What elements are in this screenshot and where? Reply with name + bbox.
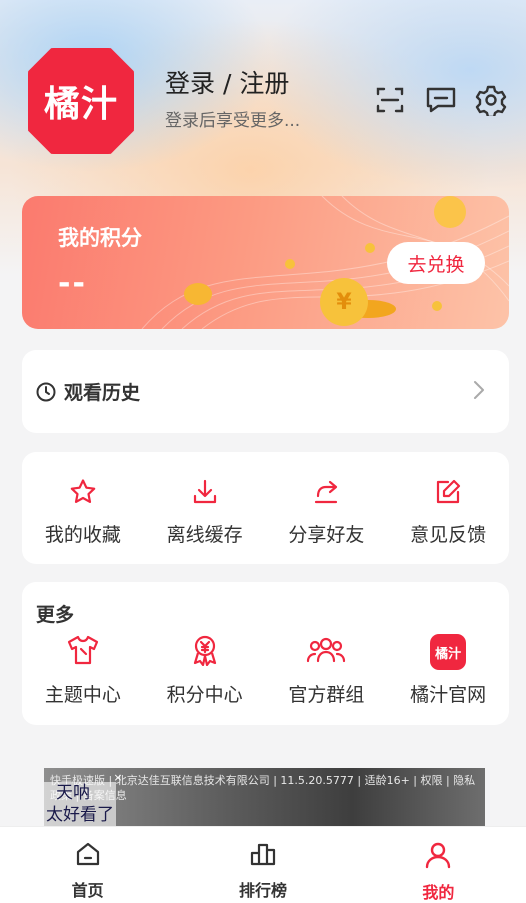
more-label: 官方群组 — [288, 684, 365, 706]
points-title: 我的积分 — [58, 226, 142, 250]
chevron-right-icon — [473, 380, 485, 404]
shortcut-feedback[interactable]: 意见反馈 — [387, 478, 509, 547]
tab-home[interactable]: 首页 — [0, 827, 175, 903]
tab-mine-label: 我的 — [422, 883, 455, 902]
more-theme-center[interactable]: 主题中心 — [22, 634, 144, 707]
user-icon — [425, 841, 451, 873]
more-points-center[interactable]: 积分中心 — [144, 634, 266, 707]
watch-history-row[interactable]: 观看历史 — [22, 350, 509, 433]
tab-home-label: 首页 — [71, 881, 104, 900]
shortcut-label: 离线缓存 — [166, 524, 243, 546]
more-official-groups[interactable]: 官方群组 — [266, 634, 388, 707]
ad-overlay-line1: 天呐 — [56, 783, 90, 803]
shortcut-card: 我的收藏 离线缓存 分享好友 意见反馈 — [22, 452, 509, 564]
clock-icon — [36, 382, 56, 406]
star-icon — [69, 478, 97, 510]
shortcut-label: 意见反馈 — [410, 524, 487, 546]
shortcut-share[interactable]: 分享好友 — [266, 478, 388, 547]
app-logo[interactable]: 橘汁 — [28, 48, 134, 154]
svg-text:¥: ¥ — [336, 290, 352, 315]
message-icon[interactable] — [425, 84, 457, 116]
exchange-button[interactable]: 去兑换 — [387, 242, 485, 284]
juzhi-logo-icon: 橘汁 — [430, 634, 467, 670]
more-card: 更多 主题中心 积分中心 官方群组 橘汁 橘汁官网 — [22, 582, 509, 725]
watch-history-label: 观看历史 — [64, 382, 141, 404]
shortcut-favorites[interactable]: 我的收藏 — [22, 478, 144, 547]
app-logo-text: 橘汁 — [43, 84, 118, 125]
ranking-icon — [250, 841, 276, 871]
feedback-edit-icon — [434, 478, 462, 510]
settings-icon[interactable] — [475, 84, 507, 116]
points-value: -- — [58, 266, 87, 301]
tab-ranking-label: 排行榜 — [238, 881, 287, 900]
login-subtitle: 登录后享受更多... — [165, 111, 301, 131]
shortcut-offline-cache[interactable]: 离线缓存 — [144, 478, 266, 547]
tab-ranking[interactable]: 排行榜 — [175, 827, 350, 903]
juzhi-logo-text: 橘汁 — [435, 646, 462, 662]
tshirt-icon — [66, 634, 100, 670]
more-label: 橘汁官网 — [410, 684, 487, 706]
more-official-site[interactable]: 橘汁 橘汁官网 — [387, 634, 509, 707]
scan-icon[interactable] — [374, 84, 406, 116]
shortcut-label: 我的收藏 — [44, 524, 121, 546]
home-icon — [75, 841, 101, 871]
ad-overlay-text: 天呐 太好看了 — [44, 782, 116, 826]
download-icon — [191, 478, 219, 510]
ad-banner[interactable]: 快手极速版 | 北京达佳互联信息技术有限公司 | 11.5.20.5777 | … — [44, 768, 485, 828]
bottom-tabbar: 首页 排行榜 我的 — [0, 826, 526, 903]
login-register-link[interactable]: 登录 / 注册 — [165, 64, 289, 100]
more-label: 积分中心 — [166, 684, 243, 706]
group-icon — [306, 634, 346, 670]
ad-close-button[interactable]: × — [112, 772, 124, 784]
shortcut-label: 分享好友 — [288, 524, 365, 546]
more-title: 更多 — [36, 604, 75, 626]
points-card[interactable]: ¥ 我的积分 -- 去兑换 — [22, 196, 509, 329]
more-label: 主题中心 — [44, 684, 121, 706]
ad-overlay-line2: 太好看了 — [46, 805, 114, 825]
tab-mine[interactable]: 我的 — [351, 827, 526, 903]
yuan-medal-icon — [189, 634, 221, 670]
share-icon — [312, 478, 340, 510]
